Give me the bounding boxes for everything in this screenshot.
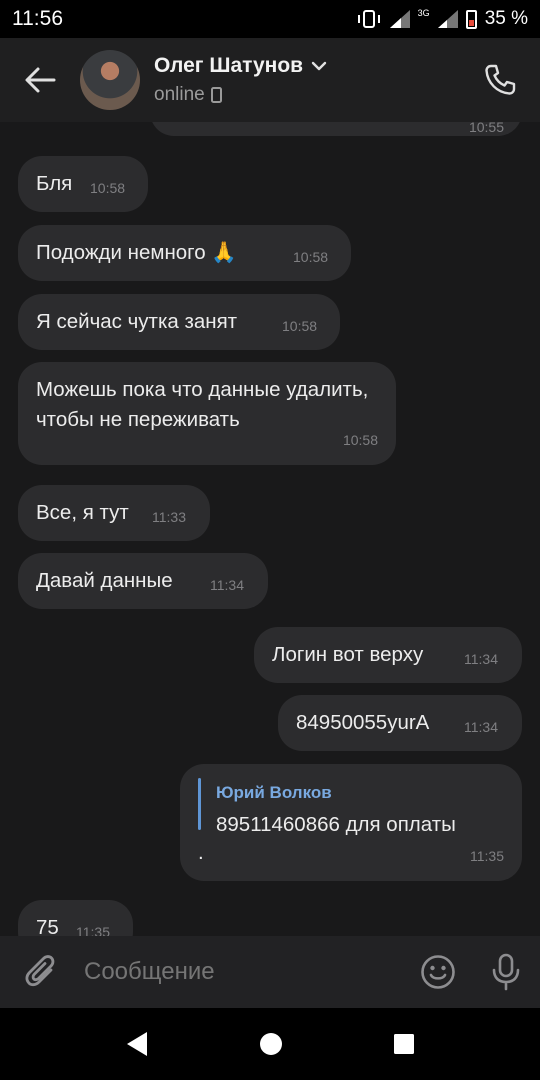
message-text: 89511460866 для оплаты xyxy=(216,813,456,836)
message-time: 11:34 xyxy=(464,651,498,667)
message-bubble-outgoing[interactable]: Логин вот верху 11:34 xyxy=(254,627,522,683)
message-text: Можешь пока что данные удалить, чтобы не… xyxy=(36,378,369,431)
message-bubble-outgoing[interactable]: 84950055yurA 11:34 xyxy=(278,695,522,751)
message-time: 10:58 xyxy=(90,180,126,196)
message-text: 75 xyxy=(36,916,59,936)
arrow-left-icon xyxy=(25,67,56,93)
emoji-button[interactable] xyxy=(404,936,472,1008)
message-text: Давай данные xyxy=(36,569,173,592)
message-text: Все, я тут xyxy=(36,501,129,524)
voice-message-button[interactable] xyxy=(472,936,540,1008)
message-trailing-text: . xyxy=(198,841,204,864)
message-time: 11:35 xyxy=(470,848,504,864)
paperclip-icon xyxy=(25,955,55,987)
signal-icon-2 xyxy=(437,10,458,28)
message-input[interactable] xyxy=(84,958,404,986)
status-bar: 11:56 3G 35 % xyxy=(0,0,540,38)
contact-name: Олег Шатунов xyxy=(154,54,304,77)
message-text: Логин вот верху xyxy=(272,643,424,666)
smiley-icon xyxy=(421,955,455,989)
microphone-icon xyxy=(492,953,520,991)
reply-author: Юрий Волков xyxy=(216,783,332,802)
battery-icon xyxy=(465,9,477,29)
signal-icon xyxy=(389,10,410,28)
message-time: 10:58 xyxy=(342,432,378,448)
message-text: Я сейчас чутка занят xyxy=(36,310,238,333)
message-bubble-incoming[interactable]: Бля 10:58 xyxy=(18,156,148,212)
vibrate-icon xyxy=(357,10,380,28)
back-button[interactable] xyxy=(0,38,80,122)
call-button[interactable] xyxy=(460,38,540,122)
message-bubble-incoming[interactable]: Подожди немного 🙏 10:58 xyxy=(18,225,351,281)
avatar[interactable] xyxy=(80,50,140,110)
message-bubble-incoming[interactable]: 75 11:35 xyxy=(18,900,133,936)
back-triangle-icon[interactable] xyxy=(125,1031,149,1057)
system-navigation-bar xyxy=(0,1008,540,1080)
message-bubble-previous[interactable]: 10:55 xyxy=(150,122,522,136)
contact-info[interactable]: Олег Шатунов online xyxy=(154,54,460,106)
message-time: 10:55 xyxy=(468,122,504,135)
battery-level: 35 % xyxy=(484,8,528,29)
message-text: Подожди немного 🙏 xyxy=(36,241,237,264)
status-icons: 3G 35 % xyxy=(356,8,528,30)
reply-quote-bar xyxy=(198,778,201,830)
message-time: 11:35 xyxy=(76,924,110,936)
mobile-device-icon xyxy=(210,87,222,103)
message-composer xyxy=(0,936,540,1008)
phone-icon xyxy=(485,64,516,95)
message-bubble-incoming[interactable]: Все, я тут 11:33 xyxy=(18,485,210,541)
status-time: 11:56 xyxy=(12,7,63,30)
recents-square-icon[interactable] xyxy=(393,1033,415,1055)
message-time: 10:58 xyxy=(282,318,318,334)
message-bubble-reply[interactable]: Юрий Волков 89511460866 для оплаты . 11:… xyxy=(180,764,522,881)
message-time: 11:34 xyxy=(464,719,498,735)
message-text: 84950055yurA xyxy=(296,711,430,734)
network-type: 3G xyxy=(417,8,430,18)
chat-header: Олег Шатунов online xyxy=(0,38,540,122)
home-circle-icon[interactable] xyxy=(259,1032,283,1056)
message-bubble-incoming[interactable]: Давай данные 11:34 xyxy=(18,553,268,609)
contact-status: online xyxy=(154,84,205,105)
attach-button[interactable] xyxy=(0,936,84,1008)
message-time: 10:58 xyxy=(293,249,329,265)
message-time: 11:34 xyxy=(210,577,244,593)
message-bubble-incoming[interactable]: Можешь пока что данные удалить, чтобы не… xyxy=(18,362,396,465)
message-text: Бля xyxy=(36,172,73,195)
message-list[interactable]: 10:55 Бля 10:58 Подожди немного 🙏 10:58 … xyxy=(0,122,540,936)
message-time: 11:33 xyxy=(152,509,186,525)
chevron-down-icon xyxy=(311,61,327,71)
message-bubble-incoming[interactable]: Я сейчас чутка занят 10:58 xyxy=(18,294,340,350)
